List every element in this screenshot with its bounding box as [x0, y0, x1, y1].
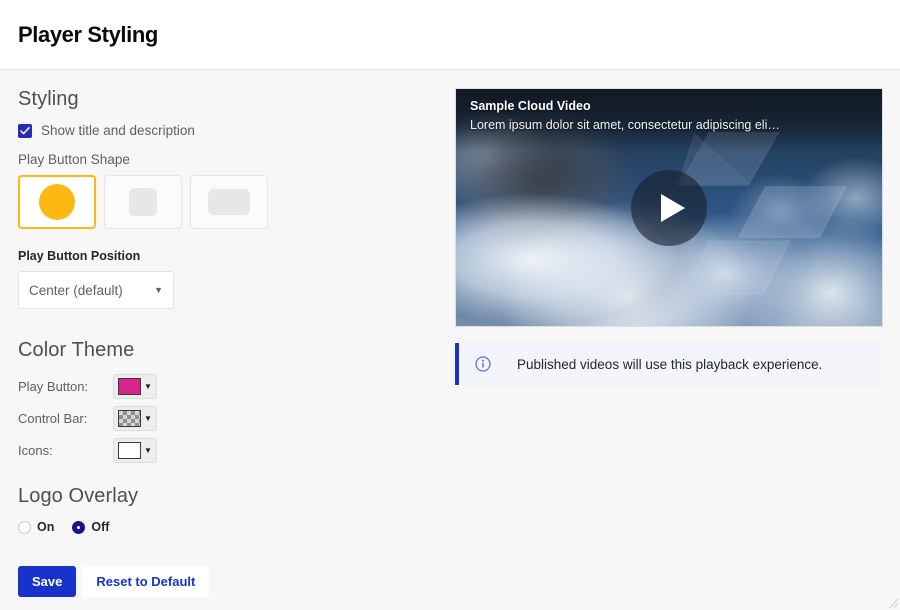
color-picker-control-bar[interactable]: ▼: [113, 406, 157, 431]
show-title-checkbox-row[interactable]: Show title and description: [18, 123, 437, 138]
circle-shape-icon: [39, 184, 75, 220]
color-swatch-play-button: [118, 378, 141, 395]
show-title-checkbox[interactable]: [18, 123, 32, 138]
video-title-overlay: Sample Cloud Video Lorem ipsum dolor sit…: [456, 89, 882, 151]
color-label-icons: Icons:: [18, 443, 53, 458]
logo-overlay-heading: Logo Overlay: [18, 485, 139, 507]
color-label-play-button: Play Button:: [18, 379, 89, 394]
color-row-play-button: Play Button: ▼: [18, 374, 437, 399]
info-notice-text: Published videos will use this playback …: [517, 356, 823, 372]
shape-option-circle[interactable]: [18, 175, 96, 229]
color-picker-play-button[interactable]: ▼: [113, 374, 157, 399]
color-theme-heading: Color Theme: [18, 339, 135, 361]
logo-overlay-option-on[interactable]: On: [18, 520, 54, 534]
show-title-checkbox-label: Show title and description: [41, 123, 195, 138]
shape-option-rounded-rectangle[interactable]: [190, 175, 268, 229]
radio-off[interactable]: [72, 520, 86, 534]
color-row-control-bar: Control Bar: ▼: [18, 406, 437, 431]
video-title: Sample Cloud Video: [470, 99, 591, 113]
action-buttons: Save Reset to Default: [18, 566, 437, 597]
play-button-position-select[interactable]: Center (default) ▼: [18, 271, 174, 309]
logo-overlay-radio-group: On Off: [18, 520, 437, 534]
chevron-down-icon: ▼: [144, 445, 152, 455]
rounded-rectangle-shape-icon: [208, 189, 250, 215]
video-description: Lorem ipsum dolor sit amet, consectetur …: [470, 118, 780, 132]
info-circle-icon: [475, 356, 491, 372]
styling-section-heading: Styling: [18, 88, 79, 110]
preview-pane: Sample Cloud Video Lorem ipsum dolor sit…: [455, 70, 900, 610]
check-icon: [20, 126, 30, 134]
page-header: Player Styling: [0, 0, 900, 69]
radio-off-label: Off: [91, 520, 110, 534]
play-button-position-value: Center (default): [29, 282, 123, 298]
color-picker-icons[interactable]: ▼: [113, 438, 157, 463]
chevron-down-icon: ▼: [144, 413, 152, 423]
save-button[interactable]: Save: [18, 566, 77, 597]
play-button-shape-label: Play Button Shape: [18, 152, 130, 167]
play-button[interactable]: [631, 169, 707, 246]
info-notice: Published videos will use this playback …: [455, 343, 883, 385]
settings-pane: Styling Show title and description Play …: [0, 70, 455, 610]
chevron-down-icon: ▼: [154, 285, 163, 295]
page-title: Player Styling: [18, 21, 158, 47]
logo-overlay-option-off[interactable]: Off: [72, 520, 109, 534]
resize-grip-icon[interactable]: [886, 596, 899, 609]
radio-on-label: On: [37, 520, 55, 534]
reset-to-default-button[interactable]: Reset to Default: [82, 566, 210, 597]
play-button-shape-options: [18, 175, 437, 229]
color-swatch-icons: [118, 442, 141, 459]
shape-option-rounded-square[interactable]: [104, 175, 182, 229]
play-button-position-label: Play Button Position: [18, 249, 141, 263]
color-row-icons: Icons: ▼: [18, 438, 437, 463]
play-triangle-icon: [660, 193, 685, 222]
color-label-control-bar: Control Bar:: [18, 411, 88, 426]
video-preview[interactable]: Sample Cloud Video Lorem ipsum dolor sit…: [455, 88, 883, 327]
chevron-down-icon: ▼: [144, 381, 152, 391]
radio-on[interactable]: [18, 520, 31, 534]
color-swatch-control-bar: [118, 410, 141, 427]
content-shell: Styling Show title and description Play …: [0, 69, 900, 610]
rounded-square-shape-icon: [129, 188, 157, 216]
